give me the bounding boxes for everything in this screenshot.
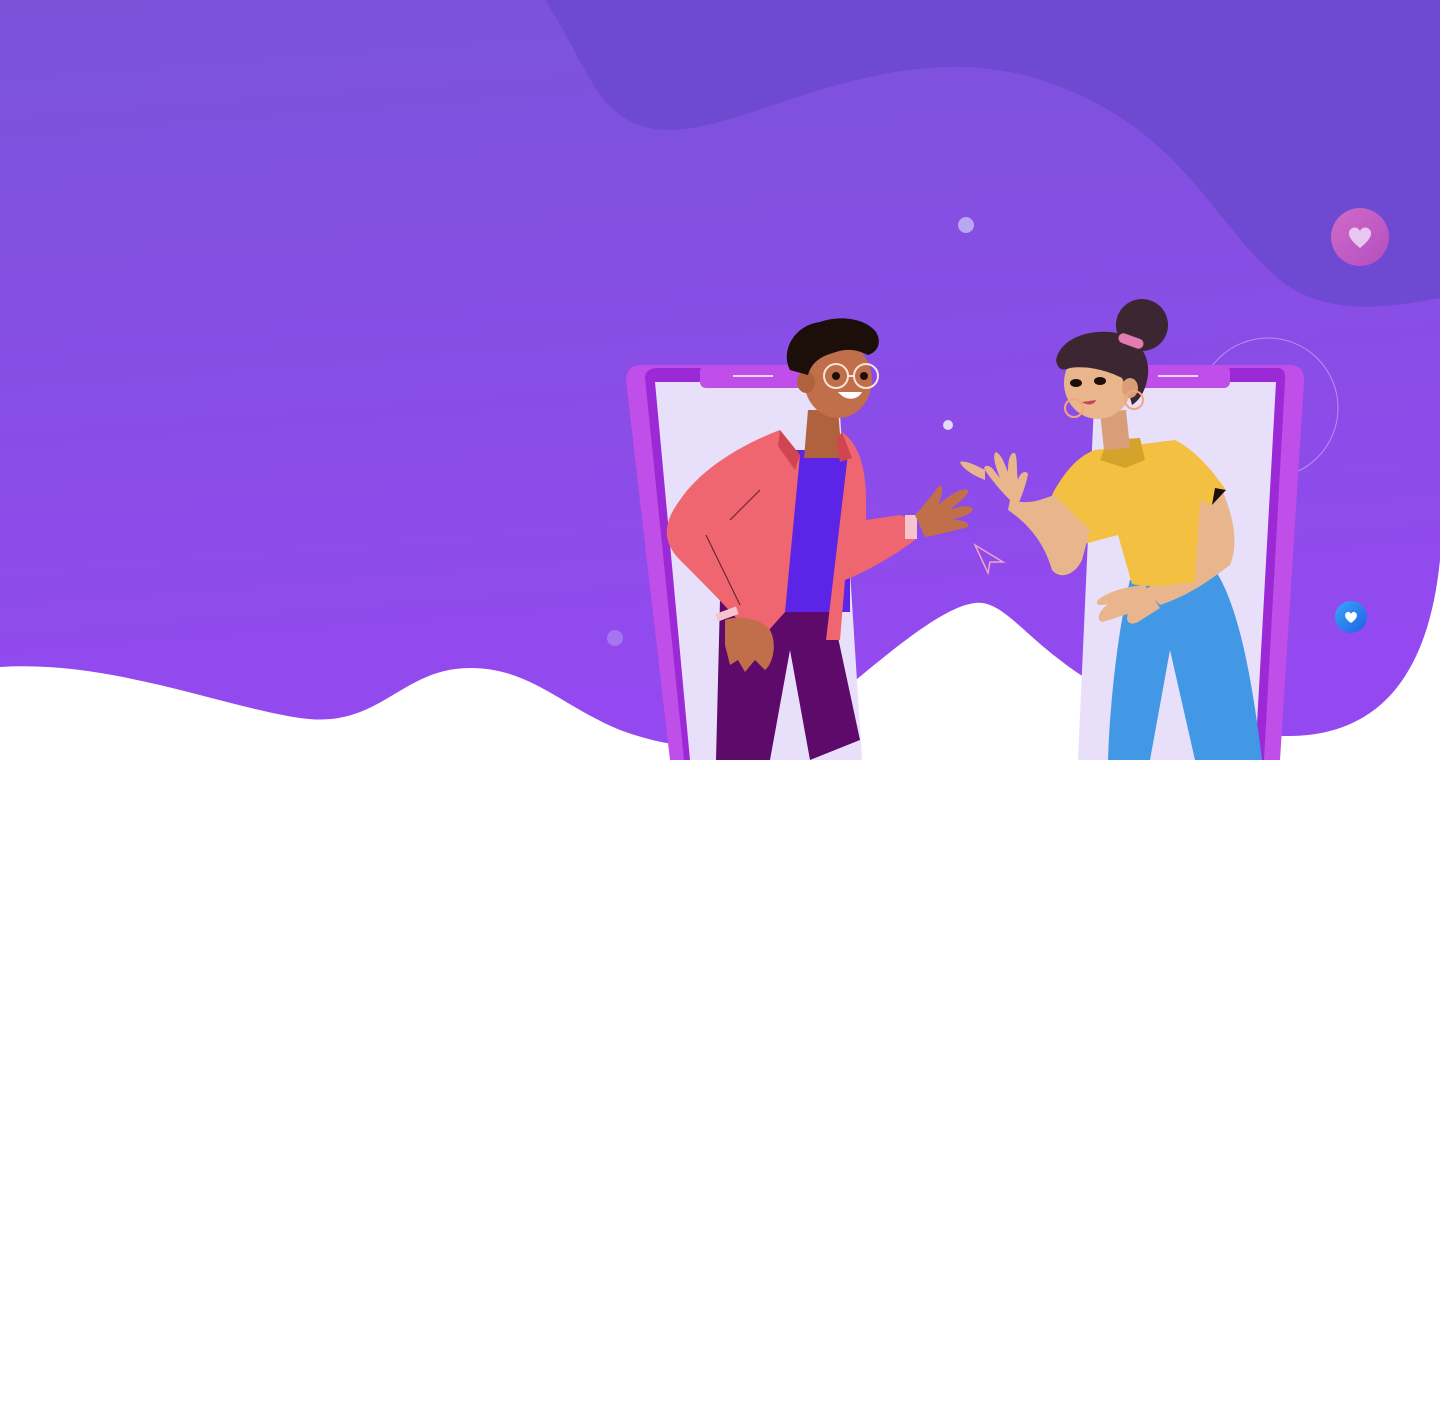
hero-illustration	[0, 0, 1440, 760]
heart-badge-bottom	[1335, 601, 1367, 633]
decorative-dot	[607, 630, 623, 646]
content-area	[0, 800, 1440, 1407]
heart-badge-top	[1331, 208, 1389, 266]
decorative-dot	[943, 420, 953, 430]
decorative-dot	[958, 217, 974, 233]
landing-page	[0, 0, 1440, 1407]
